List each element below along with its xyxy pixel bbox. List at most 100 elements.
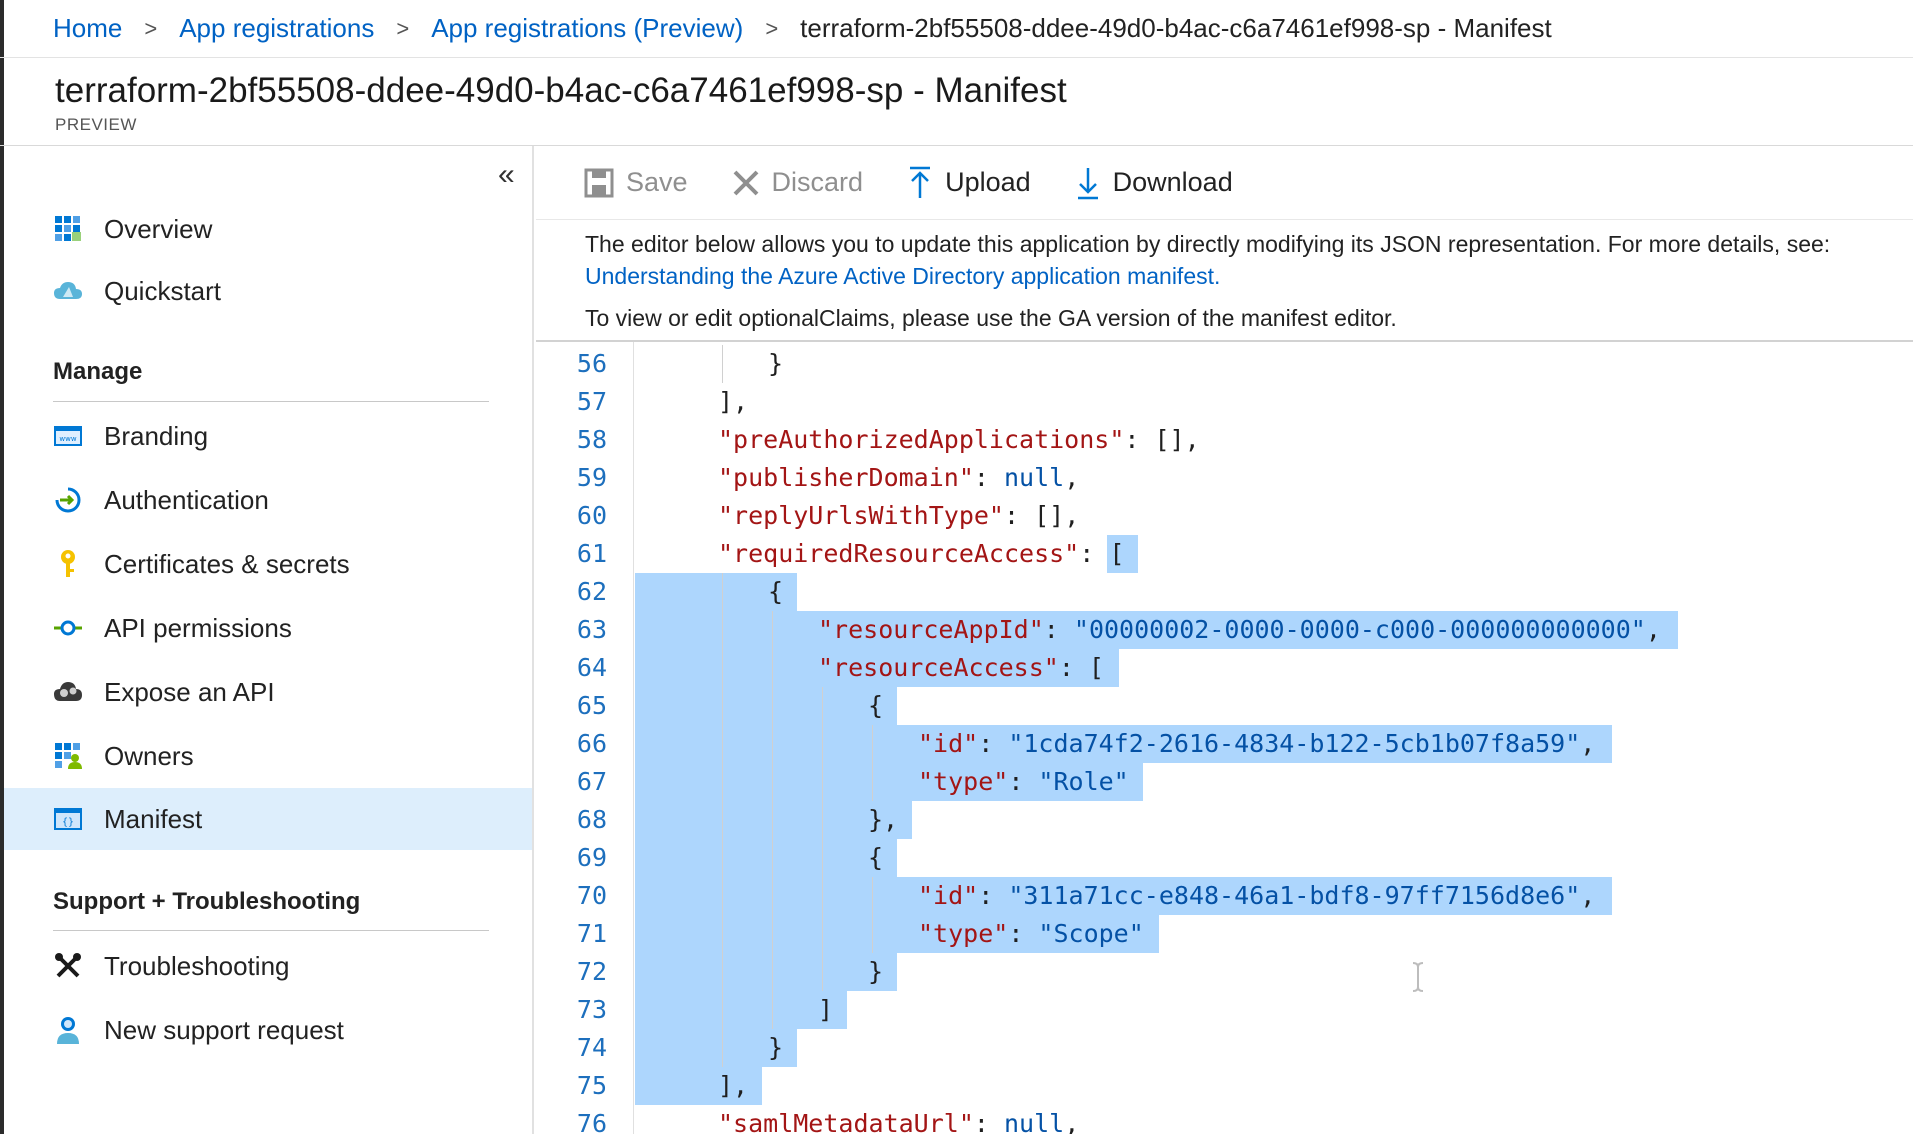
code-text[interactable]: { [868, 687, 883, 725]
sidebar-item-label: Authentication [104, 484, 269, 515]
code-line: 63 "resourceAppId": "00000002-0000-0000-c… [536, 611, 1913, 649]
code-line: 71 "type": "Scope" [536, 915, 1913, 953]
json-key: "resourceAppId" [818, 615, 1044, 644]
code-text[interactable]: "replyUrlsWithType": [], [718, 497, 1079, 535]
line-number: 56 [576, 349, 607, 378]
code-text[interactable]: ] [818, 991, 833, 1029]
code-text[interactable]: { [768, 573, 783, 611]
upload-icon [907, 166, 933, 200]
selection-highlight [635, 991, 848, 1029]
save-button[interactable]: Save [584, 167, 688, 198]
sidebar-item-manifest[interactable]: {} Manifest [4, 788, 532, 850]
json-key: "id" [918, 729, 979, 758]
code-line: 62 { [536, 573, 1913, 611]
sidebar-item-troubleshooting[interactable]: Troubleshooting [4, 935, 532, 997]
breadcrumb-separator: > [396, 15, 410, 41]
json-punctuation: } [768, 349, 784, 378]
code-line: 67 "type": "Role" [536, 763, 1913, 801]
code-text[interactable]: ], [718, 1067, 748, 1105]
json-punctuation: { [768, 577, 784, 606]
grid-user-icon [52, 740, 84, 772]
json-key: "resourceAccess" [818, 653, 1059, 682]
line-number: 59 [576, 463, 607, 492]
close-icon [732, 169, 760, 197]
breadcrumb-home[interactable]: Home [53, 13, 122, 44]
json-punctuation: , [1580, 881, 1596, 910]
json-key: "requiredResourceAccess" [718, 539, 1080, 568]
indent-guide [772, 611, 773, 649]
indent-guide [722, 915, 723, 953]
manifest-editor[interactable]: 56} 57], 58 "preAuthorizedApplications": []… [536, 340, 1913, 1134]
json-punctuation: : [], [1124, 425, 1200, 454]
line-number: 58 [576, 425, 607, 454]
sidebar-item-label: API permissions [104, 612, 292, 643]
code-text[interactable]: } [768, 1029, 783, 1067]
line-number: 74 [576, 1033, 607, 1062]
indent-guide [722, 877, 723, 915]
code-text[interactable]: "id": "1cda74f2-2616-4834-b122-5cb1b07f8… [918, 725, 1595, 763]
download-button[interactable]: Download [1075, 166, 1233, 200]
sidebar-item-label: Quickstart [104, 275, 222, 306]
code-line: 72} [536, 953, 1913, 991]
sidebar-item-new-support-request[interactable]: New support request [4, 999, 532, 1061]
code-text[interactable]: "type": "Role" [918, 763, 1129, 801]
line-number: 68 [576, 805, 607, 834]
indent-guide [722, 345, 723, 383]
line-number: 62 [576, 577, 607, 606]
json-punctuation: ], [718, 1071, 749, 1100]
code-text[interactable]: "resourceAppId": "00000002-0000-0000-c00… [818, 611, 1661, 649]
code-text[interactable]: } [868, 953, 883, 991]
discard-button[interactable]: Discard [732, 167, 863, 198]
sidebar-item-branding[interactable]: www Branding [4, 405, 532, 467]
code-text[interactable]: "type": "Scope" [918, 915, 1144, 953]
code-text[interactable]: }, [868, 801, 898, 839]
sidebar-item-authentication[interactable]: Authentication [4, 469, 532, 531]
sidebar-item-certificates-secrets[interactable]: Certificates & secrets [4, 533, 532, 595]
code-text[interactable]: "id": "311a71cc-e848-46a1-bdf8-97ff7156d… [918, 877, 1595, 915]
indent-guide [772, 953, 773, 991]
collapse-sidebar-icon[interactable]: « [498, 158, 515, 192]
sidebar-item-owners[interactable]: Owners [4, 725, 532, 787]
line-number: 70 [576, 881, 607, 910]
code-text[interactable]: "requiredResourceAccess": [ [718, 535, 1124, 573]
json-punctuation: , [1064, 463, 1080, 492]
manifest-docs-link[interactable]: Understanding the Azure Active Directory… [585, 260, 1905, 292]
breadcrumb-app-registrations-preview[interactable]: App registrations (Preview) [431, 13, 743, 44]
selection-highlight [635, 839, 898, 877]
section-manage: Manage [53, 358, 143, 385]
code-text[interactable]: } [768, 345, 783, 383]
sidebar-item-quickstart[interactable]: Quickstart [4, 260, 532, 322]
code-text[interactable]: "preAuthorizedApplications": [], [718, 421, 1200, 459]
breadcrumb-app-registrations[interactable]: App registrations [179, 13, 374, 44]
sidebar-item-label: Troubleshooting [104, 950, 290, 981]
code-text[interactable]: "publisherDomain": null, [718, 459, 1079, 497]
code-line: 68}, [536, 801, 1913, 839]
indent-guide [772, 801, 773, 839]
code-text[interactable]: ], [718, 383, 748, 421]
save-icon [584, 168, 614, 198]
breadcrumb-current: terraform-2bf55508-ddee-49d0-b4ac-c6a746… [800, 13, 1552, 43]
manifest-description: The editor below allows you to update th… [585, 231, 1831, 257]
page-subtitle: PREVIEW [55, 115, 137, 134]
code-text[interactable]: "samlMetadataUrl": null, [718, 1105, 1079, 1134]
section-divider [53, 401, 489, 402]
sidebar-item-api-permissions[interactable]: API permissions [4, 597, 532, 659]
json-punctuation: : [], [1003, 501, 1080, 530]
json-punctuation: : [ [1058, 653, 1104, 682]
download-icon [1075, 166, 1101, 200]
download-label: Download [1112, 167, 1233, 197]
sidebar-item-overview[interactable]: Overview [4, 198, 532, 260]
upload-button[interactable]: Upload [907, 166, 1031, 200]
code-line: 66 "id": "1cda74f2-2616-4834-b122-5cb1b07… [536, 725, 1913, 763]
json-key: "type" [918, 919, 1009, 948]
code-line: 56} [536, 345, 1913, 383]
code-line: 59 "publisherDomain": null, [536, 459, 1913, 497]
json-punctuation: : [978, 729, 1009, 758]
sidebar-item-expose-an-api[interactable]: Expose an API [4, 661, 532, 723]
json-punctuation: , [1064, 1109, 1080, 1134]
json-punctuation: : [1008, 919, 1039, 948]
code-text[interactable]: { [868, 839, 883, 877]
json-punctuation: { [868, 843, 884, 872]
code-text[interactable]: "resourceAccess": [ [818, 649, 1104, 687]
code-line: 73] [536, 991, 1913, 1029]
